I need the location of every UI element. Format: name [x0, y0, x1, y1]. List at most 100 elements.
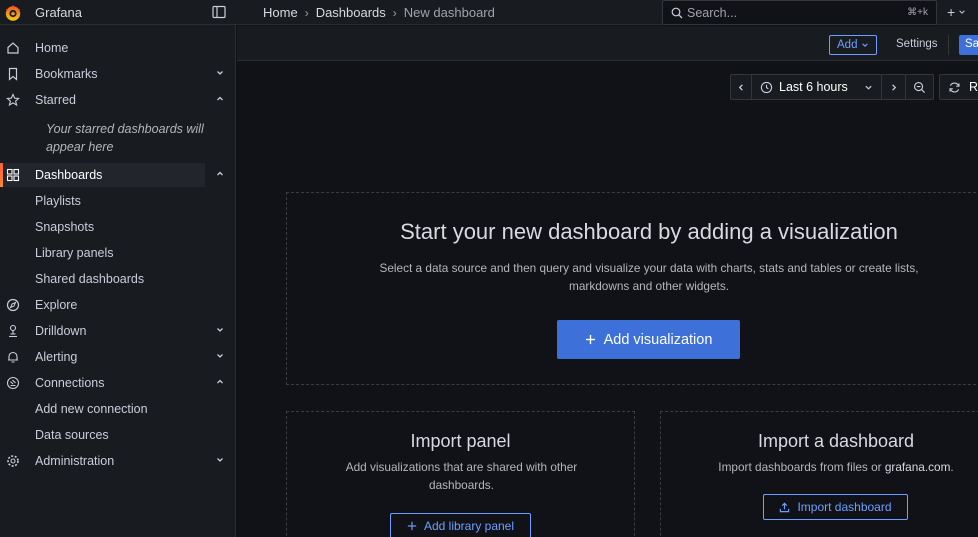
time-range-label: Last 6 hours	[779, 80, 848, 94]
sidebar-item-library-panels[interactable]: Library panels	[0, 241, 236, 265]
add-button-label: Add	[837, 39, 858, 51]
chevron-down-icon	[864, 83, 873, 92]
chevron-up-icon[interactable]	[215, 377, 225, 387]
import-dashboard-description-end: .	[950, 460, 954, 474]
import-panel-card: Import panel Add visualizations that are…	[286, 411, 635, 537]
sidebar-item-label: Data sources	[35, 428, 109, 442]
sidebar-item-label: Starred	[35, 93, 76, 107]
sidebar-item-label: Alerting	[35, 350, 78, 364]
zoom-out-icon	[913, 81, 926, 94]
import-dashboard-label: Import dashboard	[797, 500, 892, 514]
upload-icon	[779, 502, 790, 513]
sidebar-item-starred[interactable]: Starred	[0, 88, 236, 112]
sidebar-nav: Home Bookmarks Starred Your starred dash…	[0, 25, 236, 537]
chevron-down-icon[interactable]	[215, 68, 225, 78]
chevron-down-icon[interactable]	[215, 351, 225, 361]
chevron-left-icon	[737, 83, 746, 92]
refresh-button[interactable]: Re	[939, 74, 978, 100]
search-placeholder: Search...	[687, 6, 738, 20]
add-library-panel-label: Add library panel	[423, 519, 515, 533]
bell-icon	[6, 350, 20, 364]
clock-icon	[760, 81, 773, 94]
time-picker: Last 6 hours	[730, 74, 934, 100]
chevron-right-icon	[889, 83, 898, 92]
zoom-out-button[interactable]	[906, 74, 934, 100]
search-input[interactable]: Search... ⌘+k	[662, 0, 937, 25]
dashboard-toolbar: Add Settings Sa	[237, 26, 978, 61]
add-visualization-label: Add visualization	[603, 331, 713, 348]
time-range-back-button[interactable]	[730, 74, 752, 100]
sidebar-item-home[interactable]: Home	[0, 36, 236, 60]
chevron-down-icon[interactable]	[215, 455, 225, 465]
import-dashboard-description: Import dashboards from files or grafana.…	[671, 458, 978, 476]
time-range-forward-button[interactable]	[882, 74, 906, 100]
time-range-button[interactable]: Last 6 hours	[752, 74, 882, 100]
new-menu-button[interactable]: +	[947, 4, 966, 20]
brand-name: Grafana	[35, 5, 82, 20]
breadcrumb-separator-icon: ›	[304, 5, 309, 20]
search-shortcut: ⌘+k	[907, 7, 928, 18]
toolbar-divider	[948, 35, 949, 55]
sidebar-item-data-sources[interactable]: Data sources	[0, 423, 236, 447]
drilldown-icon	[6, 324, 20, 338]
dock-menu-icon[interactable]	[212, 5, 226, 19]
grafana-com-link[interactable]: grafana.com	[885, 460, 951, 474]
sidebar-item-label: Drilldown	[35, 324, 87, 338]
plus-icon	[407, 521, 417, 531]
sidebar-item-snapshots[interactable]: Snapshots	[0, 215, 236, 239]
add-visualization-button[interactable]: Add visualization	[557, 320, 740, 359]
breadcrumb: Home › Dashboards › New dashboard	[263, 5, 495, 20]
chevron-down-icon[interactable]	[215, 325, 225, 335]
home-icon	[6, 41, 20, 55]
empty-dashboard-description: Select a data source and then query and …	[379, 261, 919, 293]
add-button[interactable]: Add	[829, 35, 878, 55]
sidebar-item-label: Explore	[35, 298, 78, 312]
plus-icon	[585, 334, 596, 345]
cog-icon	[6, 454, 20, 468]
grafana-logo-icon[interactable]	[4, 4, 22, 22]
chevron-down-icon	[958, 8, 966, 16]
sidebar-item-label: Add new connection	[35, 402, 148, 416]
refresh-label: Re	[969, 80, 978, 94]
chevron-up-icon[interactable]	[215, 169, 225, 179]
bookmark-icon	[6, 67, 20, 81]
chevron-down-icon	[861, 41, 869, 49]
sidebar-item-explore[interactable]: Explore	[0, 293, 236, 317]
import-dashboard-button[interactable]: Import dashboard	[763, 494, 908, 520]
sidebar-item-label: Bookmarks	[35, 67, 98, 81]
sidebar-item-shared-dashboards[interactable]: Shared dashboards	[0, 267, 236, 291]
import-dashboard-description-text: Import dashboards from files or	[718, 460, 885, 474]
add-library-panel-button[interactable]: Add library panel	[390, 513, 531, 537]
apps-icon	[6, 168, 20, 182]
search-icon	[671, 7, 683, 19]
sidebar-item-administration[interactable]: Administration	[0, 449, 236, 473]
sidebar-item-connections[interactable]: Connections	[0, 371, 236, 395]
save-dashboard-button[interactable]: Sa	[959, 35, 978, 55]
sidebar-item-playlists[interactable]: Playlists	[0, 189, 236, 213]
chevron-up-icon[interactable]	[215, 94, 225, 104]
settings-button[interactable]: Settings	[896, 38, 938, 50]
breadcrumb-current: New dashboard	[403, 5, 495, 20]
sidebar-item-label: Administration	[35, 454, 115, 468]
breadcrumb-home[interactable]: Home	[263, 5, 298, 20]
sidebar-item-drilldown[interactable]: Drilldown	[0, 319, 236, 343]
sidebar-item-bookmarks[interactable]: Bookmarks	[0, 62, 236, 86]
sync-icon	[948, 81, 961, 94]
star-icon	[6, 93, 20, 107]
breadcrumb-dashboards[interactable]: Dashboards	[316, 5, 386, 20]
connections-icon	[6, 376, 20, 390]
sidebar-item-add-new-connection[interactable]: Add new connection	[0, 397, 236, 421]
sidebar-item-label: Playlists	[35, 194, 81, 208]
compass-icon	[6, 298, 20, 312]
import-panel-title: Import panel	[410, 431, 511, 451]
sidebar-item-label: Home	[35, 41, 69, 55]
sidebar-item-label: Library panels	[35, 246, 114, 260]
sidebar-item-dashboards[interactable]: Dashboards	[0, 163, 205, 187]
sidebar-item-label: Dashboards	[35, 168, 103, 182]
empty-dashboard-title: Start your new dashboard by adding a vis…	[400, 219, 898, 244]
breadcrumb-separator-icon: ›	[392, 5, 397, 20]
starred-empty-message: Your starred dashboards will appear here	[46, 122, 204, 154]
import-dashboard-card: Import a dashboard Import dashboards fro…	[660, 411, 978, 537]
sidebar-item-label: Shared dashboards	[35, 272, 145, 286]
sidebar-item-alerting[interactable]: Alerting	[0, 345, 236, 369]
